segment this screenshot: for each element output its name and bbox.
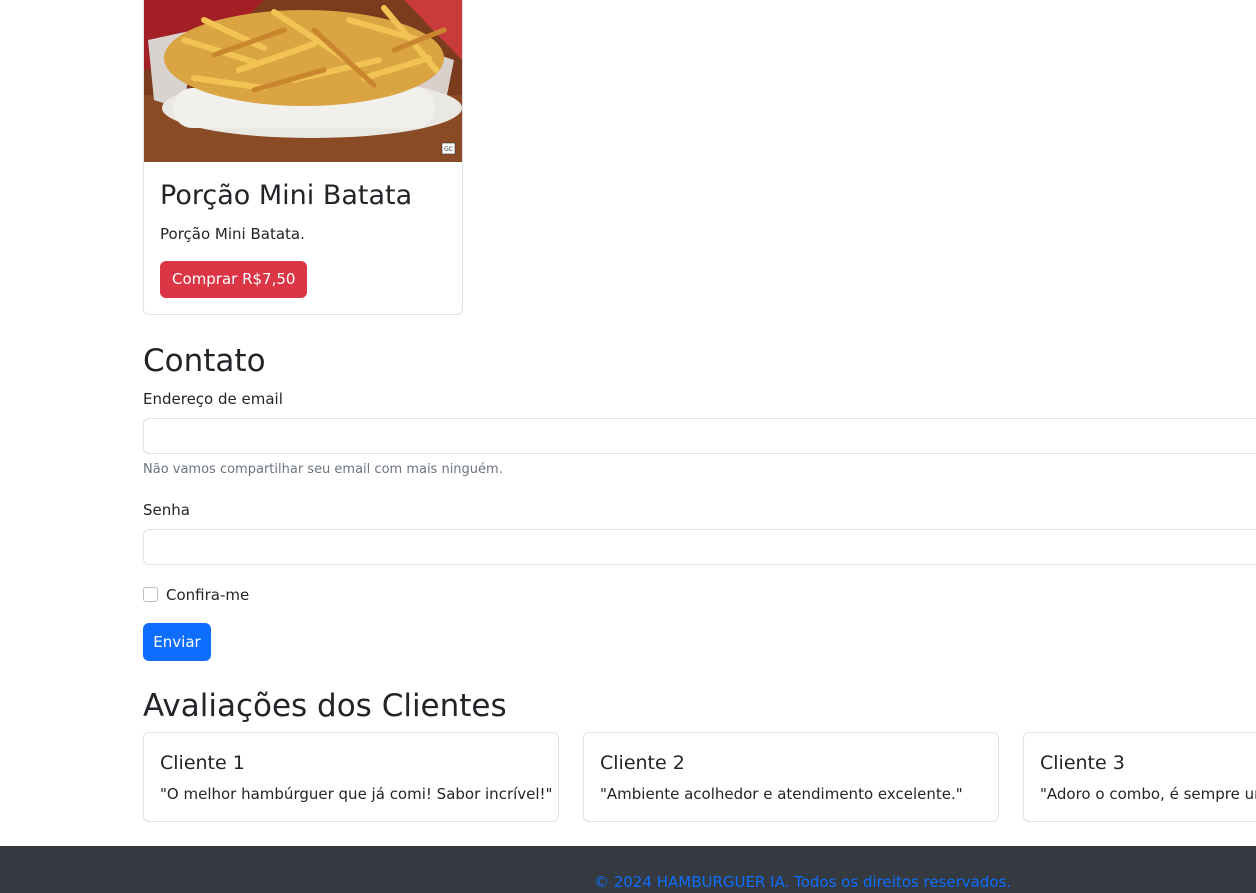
- email-field[interactable]: [143, 418, 1256, 454]
- product-card: GC Porção Mini Batata Porção Mini Batata…: [143, 0, 463, 315]
- review-name: Cliente 2: [600, 752, 685, 774]
- review-name: Cliente 1: [160, 752, 245, 774]
- footer: © 2024 HAMBURGUER IA. Todos os direitos …: [0, 846, 1256, 893]
- password-label: Senha: [143, 501, 190, 519]
- review-card: Cliente 2 "Ambiente acolhedor e atendime…: [583, 732, 999, 822]
- email-help-text: Não vamos compartilhar seu email com mai…: [143, 462, 503, 477]
- review-text: "O melhor hambúrguer que já comi! Sabor …: [160, 785, 553, 803]
- product-description: Porção Mini Batata.: [160, 225, 305, 243]
- reviews-title: Avaliações dos Clientes: [143, 688, 507, 724]
- footer-copyright: © 2024 HAMBURGUER IA. Todos os direitos …: [594, 873, 1012, 891]
- confirm-checkbox[interactable]: [143, 587, 158, 602]
- review-card: Cliente 3 "Adoro o combo, é sempre um: [1023, 732, 1256, 822]
- password-field[interactable]: [143, 529, 1256, 565]
- review-name: Cliente 3: [1040, 752, 1125, 774]
- review-text: "Ambiente acolhedor e atendimento excele…: [600, 785, 963, 803]
- product-image: GC: [144, 0, 462, 162]
- review-card: Cliente 1 "O melhor hambúrguer que já co…: [143, 732, 559, 822]
- submit-button[interactable]: Enviar: [143, 623, 211, 661]
- contact-title: Contato: [143, 343, 266, 379]
- product-title: Porção Mini Batata: [160, 180, 413, 211]
- review-text: "Adoro o combo, é sempre um: [1040, 785, 1256, 803]
- buy-button[interactable]: Comprar R$7,50: [160, 261, 308, 298]
- confirm-checkbox-label[interactable]: Confira-me: [166, 585, 249, 605]
- image-badge: GC: [444, 146, 453, 153]
- email-label: Endereço de email: [143, 390, 283, 408]
